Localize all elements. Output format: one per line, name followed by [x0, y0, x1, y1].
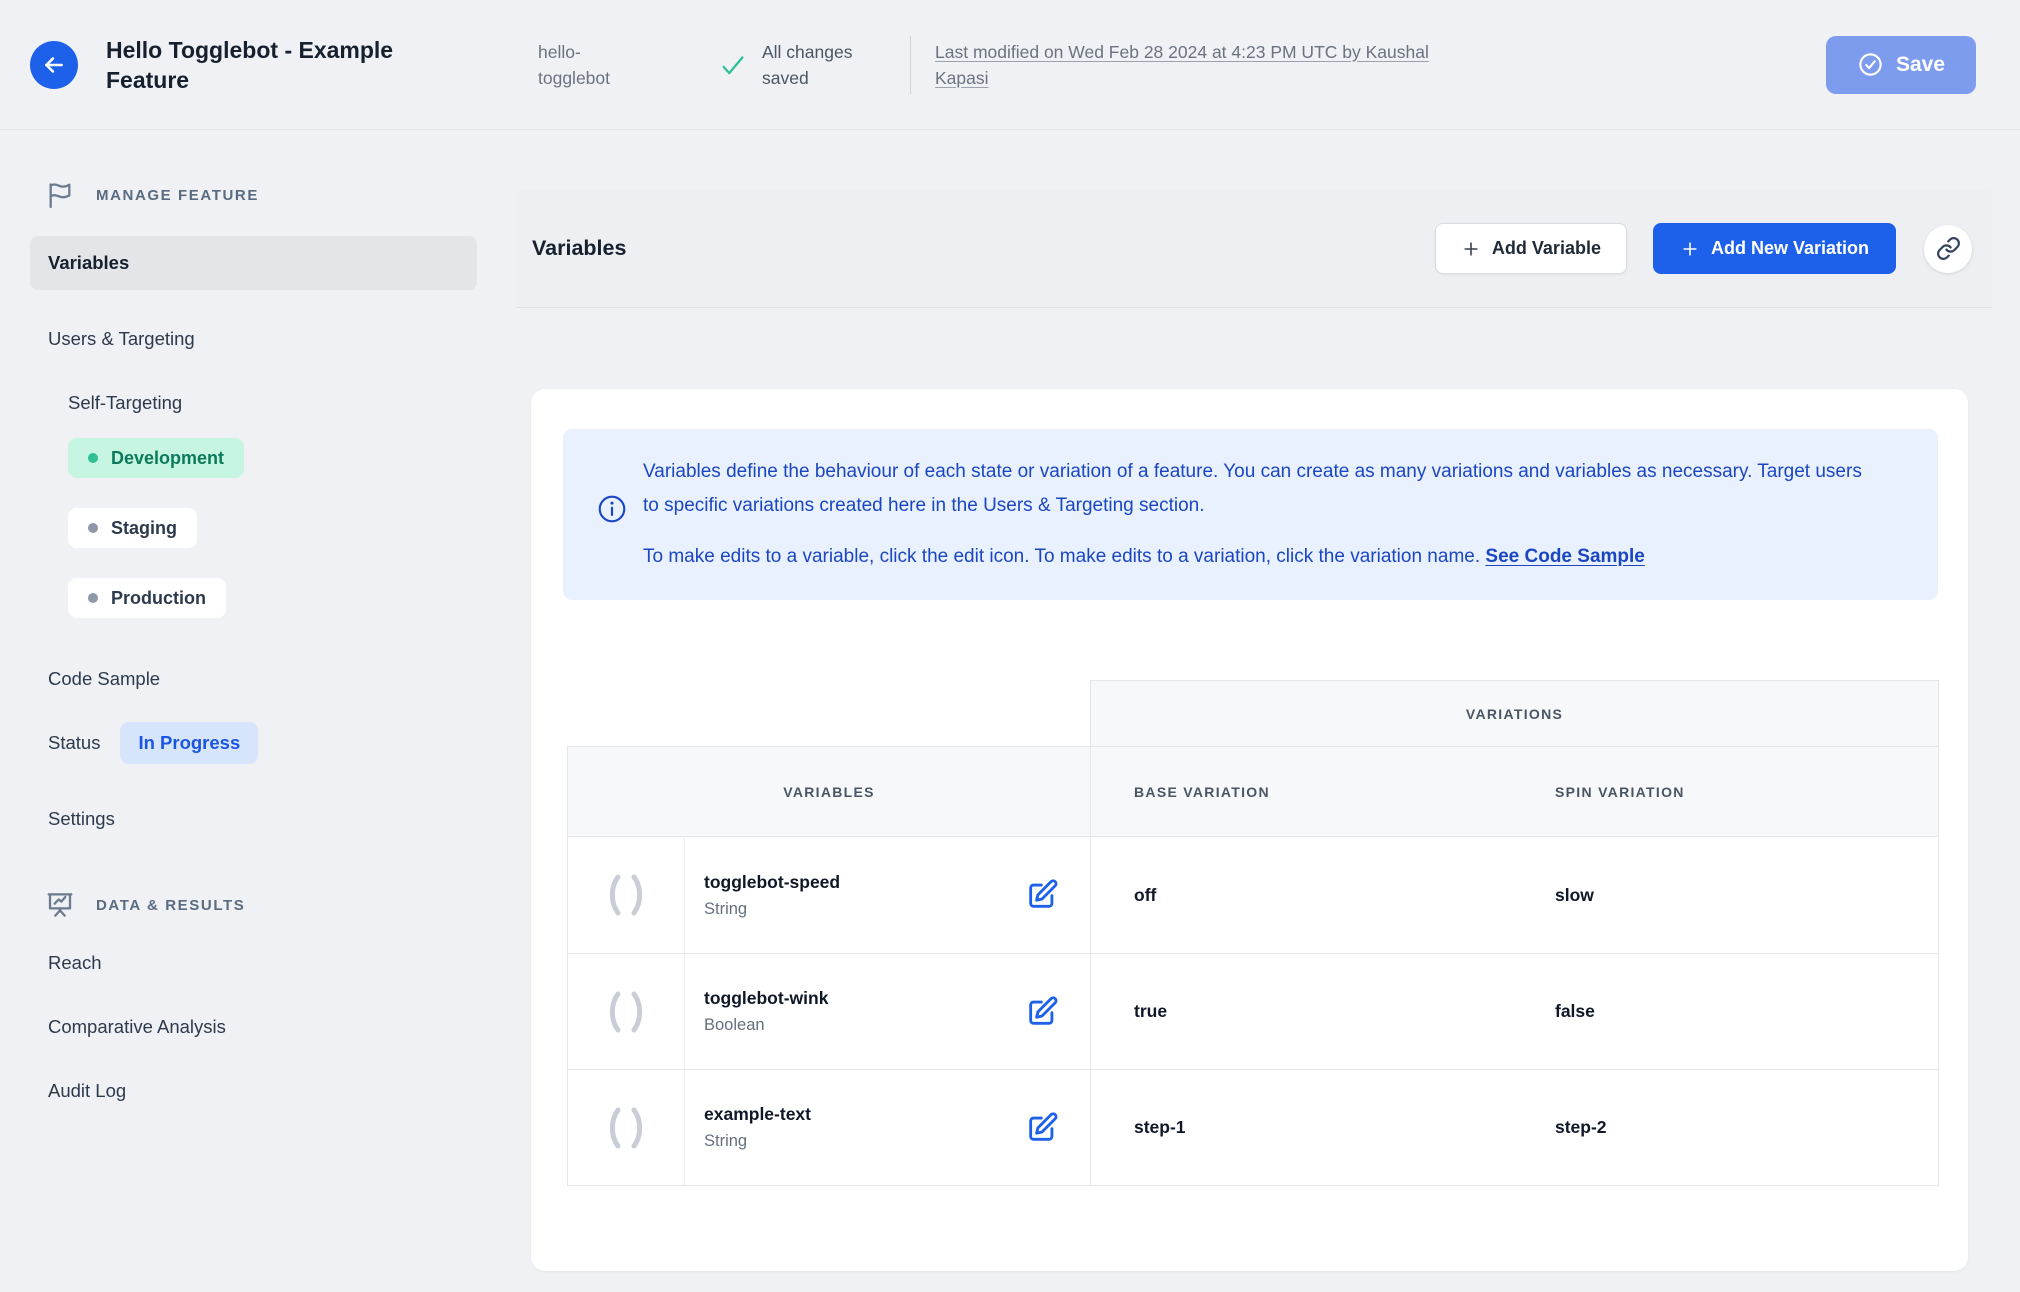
info-paragraph-2: To make edits to a variable, click the e… — [643, 540, 1882, 574]
edit-pencil-square-icon — [1025, 995, 1059, 1029]
see-code-sample-link[interactable]: See Code Sample — [1485, 546, 1644, 567]
sidebar-section-label: DATA & RESULTS — [96, 896, 246, 914]
sidebar-item-audit-log[interactable]: Audit Log — [30, 1076, 516, 1106]
column-header-spin-variation: SPIN VARIATION — [1555, 783, 1685, 800]
table-row-values: step-1 step-2 — [1091, 1069, 1938, 1185]
base-variation-value: true — [1134, 1001, 1168, 1021]
edit-pencil-square-icon — [1025, 1111, 1059, 1145]
flag-icon — [44, 179, 76, 211]
sidebar-item-self-targeting[interactable]: Self-Targeting — [30, 388, 516, 418]
variables-toolbar: Variables Add Variable Add New Variation — [516, 190, 1992, 308]
table-row: togglebot-speed String — [568, 837, 1090, 953]
page-title: Hello Togglebot - Example Feature — [106, 36, 394, 93]
column-header-variables: VARIABLES — [783, 783, 875, 800]
spin-variation-value: step-2 — [1555, 1117, 1607, 1137]
env-dot-icon — [88, 593, 98, 603]
table-row-values: off slow — [1091, 837, 1938, 953]
plus-icon — [1461, 239, 1481, 259]
spin-variation-value: false — [1555, 1001, 1595, 1021]
save-button[interactable]: Save — [1826, 35, 1976, 94]
sidebar: MANAGE FEATURE Variables Users & Targeti… — [0, 130, 516, 1292]
variable-name: example-text — [704, 1104, 811, 1124]
add-new-variation-label: Add New Variation — [1710, 238, 1869, 258]
topbar: Hello Togglebot - Example Feature hello-… — [0, 0, 2020, 130]
sidebar-env-staging[interactable]: Staging — [68, 508, 197, 548]
sidebar-item-comparative-analysis[interactable]: Comparative Analysis — [30, 1012, 516, 1042]
sidebar-env-development[interactable]: Development — [68, 438, 245, 478]
env-label: Production — [111, 587, 206, 608]
sidebar-item-code-sample[interactable]: Code Sample — [30, 664, 516, 694]
link-icon — [1936, 236, 1961, 261]
info-paragraph-1: Variables define the behaviour of each s… — [643, 461, 1862, 516]
header-divider — [910, 35, 911, 94]
edit-variable-button[interactable] — [1025, 995, 1059, 1029]
variable-type: String — [704, 1132, 748, 1150]
variations-section: VARIATIONS BASE VARIATION SPIN VARIATION… — [1090, 680, 1939, 1186]
save-button-label: Save — [1895, 52, 1946, 76]
base-variation-value: off — [1134, 884, 1157, 905]
check-icon — [718, 50, 748, 80]
variations-group-header: VARIATIONS — [1465, 705, 1564, 722]
table-row: example-text String — [568, 1069, 1090, 1185]
variables-column: VARIABLES togglebot-speed String toggleb… — [567, 746, 1090, 1186]
presentation-chart-icon — [44, 889, 76, 921]
info-circle-icon — [596, 455, 628, 574]
add-variable-label: Add Variable — [1491, 238, 1601, 258]
variable-type: Boolean — [704, 1016, 765, 1034]
feature-key: hello-togglebot — [538, 41, 611, 88]
section-title: Variables — [532, 236, 627, 260]
env-dot-icon — [88, 523, 98, 533]
sidebar-item-reach[interactable]: Reach — [30, 948, 516, 978]
saved-indicator: All changes saved — [718, 39, 874, 91]
edit-pencil-square-icon — [1025, 878, 1059, 912]
table-row-values: true false — [1091, 953, 1938, 1069]
back-button[interactable] — [30, 40, 78, 89]
saved-status-text: All changes saved — [762, 41, 853, 88]
status-label: Status — [48, 732, 101, 753]
plus-icon — [1680, 239, 1700, 259]
env-label: Staging — [111, 517, 177, 538]
status-badge[interactable]: In Progress — [120, 722, 259, 764]
sidebar-section-manage-feature: MANAGE FEATURE — [30, 178, 516, 212]
sidebar-item-variables[interactable]: Variables — [30, 236, 477, 290]
sidebar-section-label: MANAGE FEATURE — [96, 186, 259, 204]
env-dot-icon — [88, 453, 98, 463]
check-circle-icon — [1857, 51, 1884, 78]
last-modified-link[interactable]: Last modified on Wed Feb 28 2024 at 4:23… — [935, 39, 1465, 91]
variables-table: VARIABLES togglebot-speed String toggleb… — [567, 680, 1939, 1186]
arrow-left-icon — [41, 52, 67, 78]
edit-variable-button[interactable] — [1025, 878, 1059, 912]
sidebar-section-data-results: DATA & RESULTS — [30, 888, 516, 922]
edit-variable-button[interactable] — [1025, 1111, 1059, 1145]
sidebar-item-status[interactable]: Status In Progress — [30, 722, 516, 764]
column-header-base-variation: BASE VARIATION — [1134, 783, 1270, 800]
main-content: Variables Add Variable Add New Variation — [516, 130, 2020, 1292]
variable-type: String — [704, 899, 748, 918]
spin-variation-value: slow — [1555, 884, 1594, 905]
variables-card: Variables define the behaviour of each s… — [531, 389, 1968, 1271]
base-variation-value: step-1 — [1134, 1117, 1186, 1137]
share-link-button[interactable] — [1924, 224, 1972, 273]
variable-name: togglebot-wink — [704, 988, 829, 1008]
add-variable-button[interactable]: Add Variable — [1434, 223, 1627, 274]
app-window: Hello Togglebot - Example Feature hello-… — [0, 0, 2020, 1292]
info-paragraph-2-text: To make edits to a variable, click the e… — [643, 546, 1486, 567]
env-label: Development — [111, 447, 225, 468]
parentheses-icon — [568, 837, 685, 953]
table-row: togglebot-wink Boolean — [568, 953, 1090, 1069]
info-banner: Variables define the behaviour of each s… — [563, 429, 1938, 600]
add-new-variation-button[interactable]: Add New Variation — [1652, 223, 1896, 274]
parentheses-icon — [568, 1070, 685, 1185]
sidebar-item-settings[interactable]: Settings — [30, 804, 516, 834]
parentheses-icon — [568, 954, 685, 1069]
variable-name: togglebot-speed — [704, 871, 841, 892]
sidebar-env-production[interactable]: Production — [68, 578, 226, 618]
sidebar-item-users-targeting[interactable]: Users & Targeting — [30, 324, 516, 354]
